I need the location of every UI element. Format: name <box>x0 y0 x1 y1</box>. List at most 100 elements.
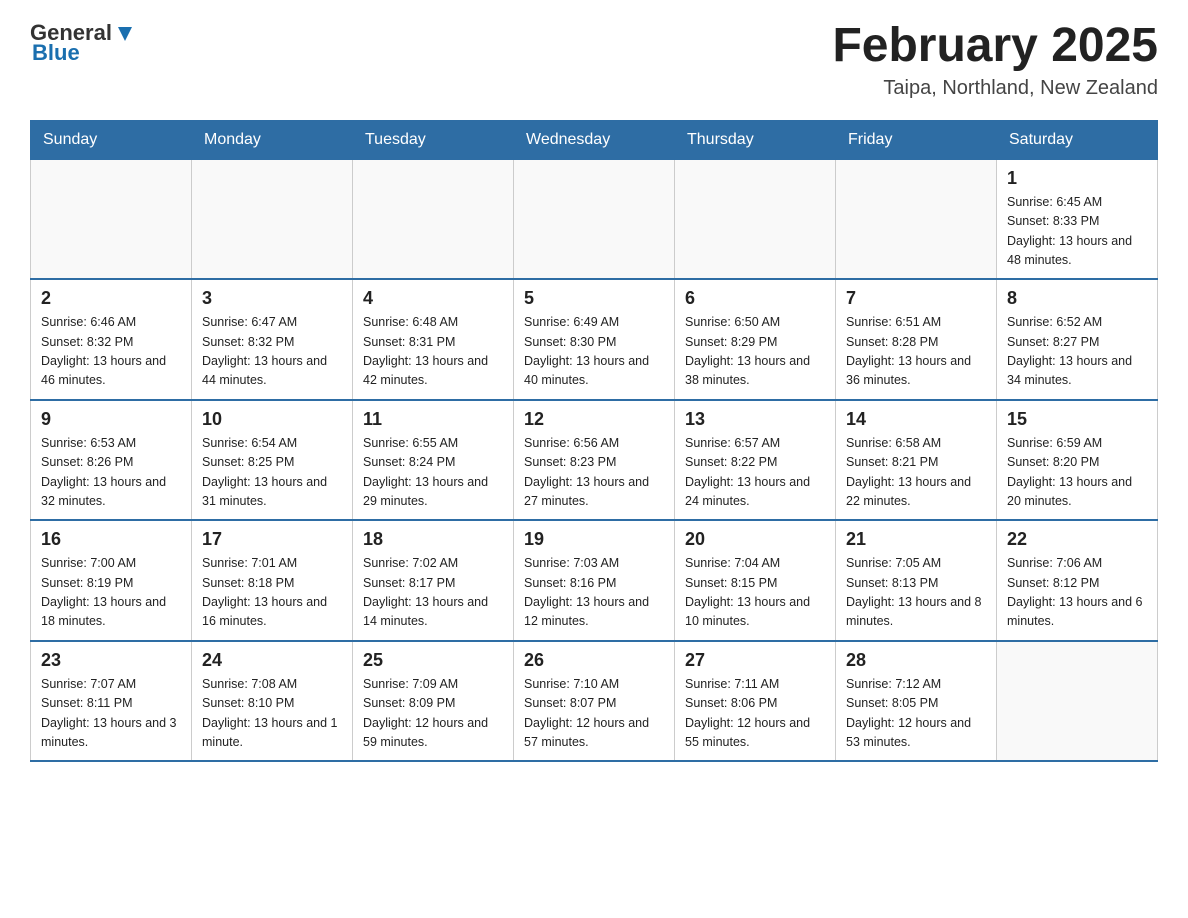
calendar-cell: 18 Sunrise: 7:02 AMSunset: 8:17 PMDayligh… <box>353 520 514 641</box>
calendar-cell <box>514 159 675 279</box>
calendar-cell: 27Sunrise: 7:11 AMSunset: 8:06 PMDayligh… <box>675 641 836 762</box>
day-number: 6 <box>685 288 825 309</box>
day-number: 17 <box>202 529 342 550</box>
calendar-week-row: 9Sunrise: 6:53 AMSunset: 8:26 PMDaylight… <box>31 400 1158 521</box>
day-info: Sunrise: 7:01 AMSunset: 8:18 PMDaylight:… <box>202 554 342 632</box>
calendar-cell: 9Sunrise: 6:53 AMSunset: 8:26 PMDaylight… <box>31 400 192 521</box>
day-number: 18 <box>363 529 503 550</box>
weekday-header-row: SundayMondayTuesdayWednesdayThursdayFrid… <box>31 120 1158 159</box>
calendar-cell <box>353 159 514 279</box>
day-info: Sunrise: 7:02 AMSunset: 8:17 PMDaylight:… <box>363 554 503 632</box>
calendar-cell: 25 Sunrise: 7:09 AMSunset: 8:09 PMDayligh… <box>353 641 514 762</box>
calendar-cell: 6 Sunrise: 6:50 AMSunset: 8:29 PMDaylight… <box>675 279 836 400</box>
calendar-cell: 16 Sunrise: 7:00 AMSunset: 8:19 PMDayligh… <box>31 520 192 641</box>
calendar-cell: 10 Sunrise: 6:54 AMSunset: 8:25 PMDayligh… <box>192 400 353 521</box>
calendar-cell <box>675 159 836 279</box>
day-info: Sunrise: 6:46 AMSunset: 8:32 PMDaylight:… <box>41 313 181 391</box>
calendar-cell: 2 Sunrise: 6:46 AMSunset: 8:32 PMDaylight… <box>31 279 192 400</box>
calendar-cell: 19 Sunrise: 7:03 AMSunset: 8:16 PMDayligh… <box>514 520 675 641</box>
day-info: Sunrise: 7:08 AMSunset: 8:10 PMDaylight:… <box>202 675 342 753</box>
day-info: Sunrise: 6:47 AMSunset: 8:32 PMDaylight:… <box>202 313 342 391</box>
day-number: 25 <box>363 650 503 671</box>
calendar-cell: 26 Sunrise: 7:10 AMSunset: 8:07 PMDayligh… <box>514 641 675 762</box>
day-info: Sunrise: 6:48 AMSunset: 8:31 PMDaylight:… <box>363 313 503 391</box>
day-number: 13 <box>685 409 825 430</box>
day-number: 2 <box>41 288 181 309</box>
calendar-cell: 13 Sunrise: 6:57 AMSunset: 8:22 PMDayligh… <box>675 400 836 521</box>
logo-triangle-icon <box>114 23 136 45</box>
calendar-cell: 11Sunrise: 6:55 AMSunset: 8:24 PMDayligh… <box>353 400 514 521</box>
day-number: 21 <box>846 529 986 550</box>
day-info: Sunrise: 7:06 AMSunset: 8:12 PMDaylight:… <box>1007 554 1147 632</box>
calendar-cell: 23 Sunrise: 7:07 AMSunset: 8:11 PMDayligh… <box>31 641 192 762</box>
day-info: Sunrise: 7:03 AMSunset: 8:16 PMDaylight:… <box>524 554 664 632</box>
day-info: Sunrise: 6:45 AMSunset: 8:33 PMDaylight:… <box>1007 193 1147 271</box>
day-info: Sunrise: 6:52 AMSunset: 8:27 PMDaylight:… <box>1007 313 1147 391</box>
logo-blue-text: Blue <box>32 40 80 66</box>
calendar-cell: 24Sunrise: 7:08 AMSunset: 8:10 PMDayligh… <box>192 641 353 762</box>
day-info: Sunrise: 6:59 AMSunset: 8:20 PMDaylight:… <box>1007 434 1147 512</box>
calendar-cell: 28 Sunrise: 7:12 AMSunset: 8:05 PMDayligh… <box>836 641 997 762</box>
day-number: 22 <box>1007 529 1147 550</box>
calendar-cell <box>192 159 353 279</box>
calendar-cell <box>836 159 997 279</box>
day-number: 11 <box>363 409 503 430</box>
day-info: Sunrise: 7:09 AMSunset: 8:09 PMDaylight:… <box>363 675 503 753</box>
day-info: Sunrise: 7:04 AMSunset: 8:15 PMDaylight:… <box>685 554 825 632</box>
calendar-cell: 1 Sunrise: 6:45 AMSunset: 8:33 PMDaylight… <box>997 159 1158 279</box>
calendar-title: February 2025 <box>832 20 1158 73</box>
header: General Blue February 2025 Taipa, Northl… <box>30 20 1158 100</box>
day-number: 28 <box>846 650 986 671</box>
calendar-cell: 12 Sunrise: 6:56 AMSunset: 8:23 PMDayligh… <box>514 400 675 521</box>
day-number: 15 <box>1007 409 1147 430</box>
weekday-header-monday: Monday <box>192 120 353 159</box>
day-info: Sunrise: 6:50 AMSunset: 8:29 PMDaylight:… <box>685 313 825 391</box>
calendar-week-row: 23 Sunrise: 7:07 AMSunset: 8:11 PMDayligh… <box>31 641 1158 762</box>
weekday-header-tuesday: Tuesday <box>353 120 514 159</box>
calendar-cell <box>31 159 192 279</box>
calendar-cell: 7Sunrise: 6:51 AMSunset: 8:28 PMDaylight… <box>836 279 997 400</box>
logo: General Blue <box>30 20 136 66</box>
calendar-cell: 17 Sunrise: 7:01 AMSunset: 8:18 PMDayligh… <box>192 520 353 641</box>
calendar-table: SundayMondayTuesdayWednesdayThursdayFrid… <box>30 120 1158 763</box>
day-number: 8 <box>1007 288 1147 309</box>
calendar-cell: 20 Sunrise: 7:04 AMSunset: 8:15 PMDayligh… <box>675 520 836 641</box>
weekday-header-wednesday: Wednesday <box>514 120 675 159</box>
day-info: Sunrise: 6:49 AMSunset: 8:30 PMDaylight:… <box>524 313 664 391</box>
day-info: Sunrise: 7:05 AMSunset: 8:13 PMDaylight:… <box>846 554 986 632</box>
day-number: 26 <box>524 650 664 671</box>
day-number: 23 <box>41 650 181 671</box>
calendar-cell: 4Sunrise: 6:48 AMSunset: 8:31 PMDaylight… <box>353 279 514 400</box>
weekday-header-saturday: Saturday <box>997 120 1158 159</box>
day-info: Sunrise: 6:53 AMSunset: 8:26 PMDaylight:… <box>41 434 181 512</box>
day-number: 14 <box>846 409 986 430</box>
day-info: Sunrise: 7:12 AMSunset: 8:05 PMDaylight:… <box>846 675 986 753</box>
day-info: Sunrise: 7:07 AMSunset: 8:11 PMDaylight:… <box>41 675 181 753</box>
day-number: 12 <box>524 409 664 430</box>
day-info: Sunrise: 6:58 AMSunset: 8:21 PMDaylight:… <box>846 434 986 512</box>
day-number: 10 <box>202 409 342 430</box>
calendar-cell: 22 Sunrise: 7:06 AMSunset: 8:12 PMDayligh… <box>997 520 1158 641</box>
day-number: 19 <box>524 529 664 550</box>
day-info: Sunrise: 7:10 AMSunset: 8:07 PMDaylight:… <box>524 675 664 753</box>
day-number: 16 <box>41 529 181 550</box>
day-info: Sunrise: 7:11 AMSunset: 8:06 PMDaylight:… <box>685 675 825 753</box>
weekday-header-friday: Friday <box>836 120 997 159</box>
calendar-subtitle: Taipa, Northland, New Zealand <box>832 77 1158 100</box>
day-info: Sunrise: 6:57 AMSunset: 8:22 PMDaylight:… <box>685 434 825 512</box>
calendar-cell: 21 Sunrise: 7:05 AMSunset: 8:13 PMDayligh… <box>836 520 997 641</box>
calendar-cell: 14 Sunrise: 6:58 AMSunset: 8:21 PMDayligh… <box>836 400 997 521</box>
day-number: 1 <box>1007 168 1147 189</box>
calendar-cell: 5Sunrise: 6:49 AMSunset: 8:30 PMDaylight… <box>514 279 675 400</box>
calendar-cell: 3 Sunrise: 6:47 AMSunset: 8:32 PMDaylight… <box>192 279 353 400</box>
calendar-week-row: 2 Sunrise: 6:46 AMSunset: 8:32 PMDaylight… <box>31 279 1158 400</box>
weekday-header-sunday: Sunday <box>31 120 192 159</box>
day-info: Sunrise: 6:54 AMSunset: 8:25 PMDaylight:… <box>202 434 342 512</box>
weekday-header-thursday: Thursday <box>675 120 836 159</box>
day-number: 20 <box>685 529 825 550</box>
day-info: Sunrise: 6:56 AMSunset: 8:23 PMDaylight:… <box>524 434 664 512</box>
calendar-cell: 8 Sunrise: 6:52 AMSunset: 8:27 PMDaylight… <box>997 279 1158 400</box>
day-info: Sunrise: 7:00 AMSunset: 8:19 PMDaylight:… <box>41 554 181 632</box>
calendar-cell <box>997 641 1158 762</box>
day-number: 3 <box>202 288 342 309</box>
